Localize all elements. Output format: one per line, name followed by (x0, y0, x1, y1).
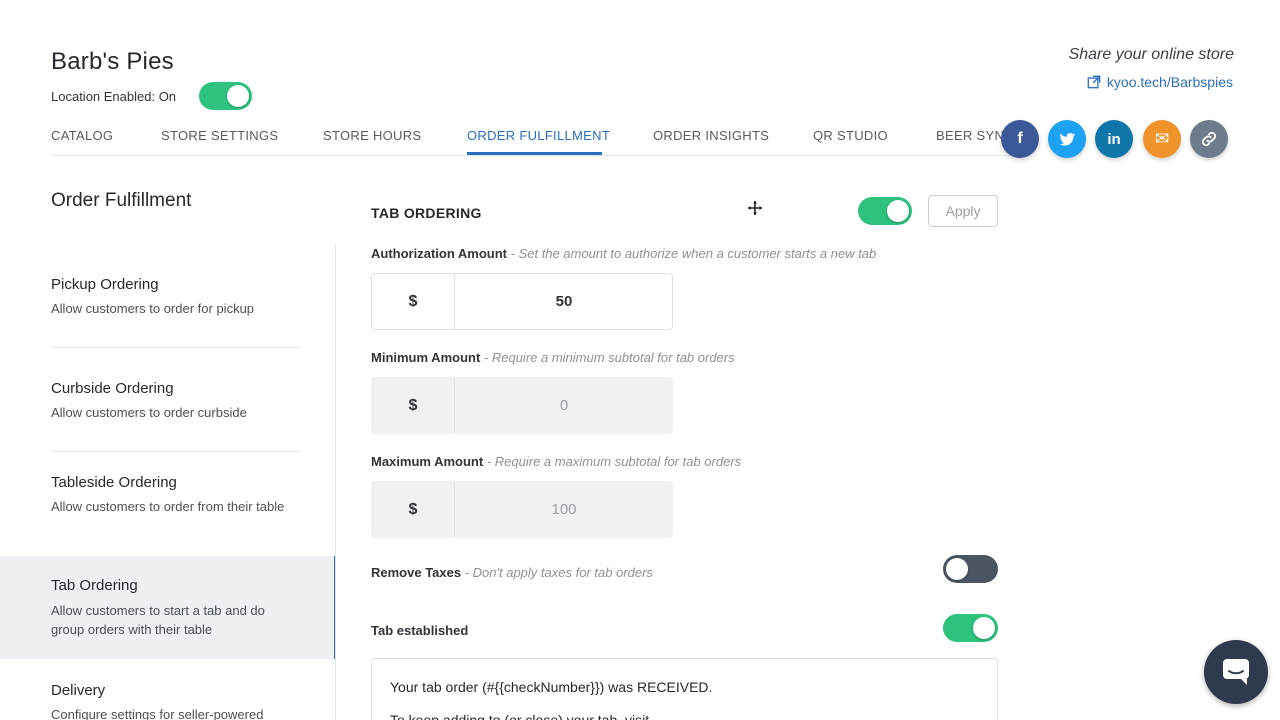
maximum-amount-label: Maximum Amount - Require a maximum subto… (371, 454, 741, 469)
message-line: To keep adding to (or close) your tab, v… (390, 712, 650, 720)
sidebar-item-label: Pickup Ordering (51, 276, 159, 293)
twitter-icon (1059, 132, 1076, 146)
sidebar-item-label: Tableside Ordering (51, 474, 177, 491)
share-store-title: Share your online store (1068, 46, 1234, 63)
sidebar-divider (51, 347, 300, 348)
tab-catalog[interactable]: CATALOG (51, 128, 113, 143)
currency-symbol: $ (372, 482, 455, 537)
section-title: TAB ORDERING (371, 205, 482, 221)
currency-symbol: $ (372, 274, 455, 329)
minimum-amount-input[interactable]: 0 (456, 378, 672, 433)
field-label-text: Minimum Amount (371, 350, 481, 365)
sidebar-item-desc: Allow customers to order for pickup (51, 301, 255, 316)
toggle-knob (227, 85, 249, 107)
authorization-amount-field[interactable]: $ 50 (371, 273, 673, 330)
minimum-amount-label: Minimum Amount - Require a minimum subto… (371, 350, 735, 365)
active-tab-indicator (467, 152, 602, 155)
field-label-text: Maximum Amount (371, 454, 484, 469)
sidebar-heading: Order Fulfillment (51, 190, 192, 211)
email-share-button[interactable]: ✉ (1143, 120, 1181, 158)
location-enabled-toggle[interactable] (199, 82, 252, 110)
remove-taxes-toggle[interactable] (943, 555, 998, 583)
facebook-share-button[interactable]: f (1001, 120, 1039, 158)
sidebar-item-label: Delivery (51, 682, 106, 699)
chat-button[interactable] (1204, 640, 1268, 704)
tab-ordering-toggle[interactable] (858, 197, 912, 225)
maximum-amount-field[interactable]: $ 100 (371, 481, 673, 538)
tab-established-message-editor[interactable]: Your tab order (#{{checkNumber}}) was RE… (371, 658, 998, 720)
minimum-amount-field[interactable]: $ 0 (371, 377, 673, 434)
sidebar-item-desc: Allow customers to order curbside (51, 405, 247, 420)
message-line: Your tab order (#{{checkNumber}}) was RE… (390, 679, 713, 695)
tab-order-insights[interactable]: ORDER INSIGHTS (653, 128, 769, 143)
store-link[interactable]: kyoo.tech/Barbspies (1087, 74, 1233, 90)
remove-taxes-label: Remove Taxes - Don't apply taxes for tab… (371, 565, 653, 580)
linkedin-icon: in (1107, 130, 1121, 148)
toggle-knob (973, 617, 995, 639)
tab-store-hours[interactable]: STORE HOURS (323, 128, 421, 143)
tab-order-fulfillment[interactable]: ORDER FULFILLMENT (467, 128, 610, 143)
tab-qr-studio[interactable]: QR STUDIO (813, 128, 888, 143)
currency-symbol: $ (372, 378, 455, 433)
sidebar-divider-vertical (335, 244, 336, 720)
copy-link-button[interactable] (1190, 120, 1228, 158)
field-label-text: Remove Taxes (371, 565, 462, 580)
field-label-text: Authorization Amount (371, 246, 507, 261)
sidebar-item-label: Curbside Ordering (51, 380, 174, 397)
field-hint: - Require a maximum subtotal for tab ord… (486, 454, 742, 469)
sidebar-item-label: Tab Ordering (51, 577, 138, 594)
field-hint: - Set the amount to authorize when a cus… (510, 246, 877, 261)
maximum-amount-input[interactable]: 100 (456, 482, 672, 537)
settings-tabs: CATALOG STORE SETTINGS STORE HOURS ORDER… (51, 124, 1014, 156)
store-link-text: kyoo.tech/Barbspies (1106, 74, 1233, 90)
tab-store-settings[interactable]: STORE SETTINGS (161, 128, 278, 143)
move-cursor-icon (748, 201, 762, 215)
linkedin-share-button[interactable]: in (1095, 120, 1133, 158)
tab-established-toggle[interactable] (943, 614, 998, 642)
store-name: Barb's Pies (51, 48, 174, 75)
twitter-share-button[interactable] (1048, 120, 1086, 158)
chat-icon (1223, 659, 1249, 685)
external-link-icon (1087, 75, 1101, 89)
sidebar-item-tab-ordering[interactable]: Tab Ordering Allow customers to start a … (0, 556, 336, 659)
sidebar-item-desc: Allow customers to order from their tabl… (51, 499, 285, 514)
location-enabled-label: Location Enabled: On (51, 89, 177, 104)
authorization-amount-label: Authorization Amount - Set the amount to… (371, 246, 876, 261)
facebook-icon: f (1017, 130, 1023, 147)
sidebar-item-delivery[interactable]: Delivery Configure settings for seller-p… (0, 666, 336, 720)
field-hint: - Require a minimum subtotal for tab ord… (483, 350, 735, 365)
sidebar-divider (51, 451, 300, 452)
apply-button[interactable]: Apply (928, 195, 998, 227)
toggle-knob (946, 558, 968, 580)
sidebar-item-desc: Allow customers to start a tab and do gr… (51, 603, 265, 637)
sidebar-item-desc: Configure settings for seller-powered (51, 707, 264, 720)
sidebar-item-curbside-ordering[interactable]: Curbside Ordering Allow customers to ord… (0, 364, 336, 450)
toggle-knob (887, 200, 909, 222)
link-icon (1201, 131, 1217, 147)
authorization-amount-input[interactable]: 50 (456, 274, 672, 329)
sidebar-item-pickup-ordering[interactable]: Pickup Ordering Allow customers to order… (0, 260, 336, 346)
tab-established-label: Tab established (371, 623, 469, 638)
field-hint: - Don't apply taxes for tab orders (464, 565, 653, 580)
sidebar-item-tableside-ordering[interactable]: Tableside Ordering Allow customers to or… (0, 458, 336, 554)
email-icon: ✉ (1154, 129, 1170, 148)
